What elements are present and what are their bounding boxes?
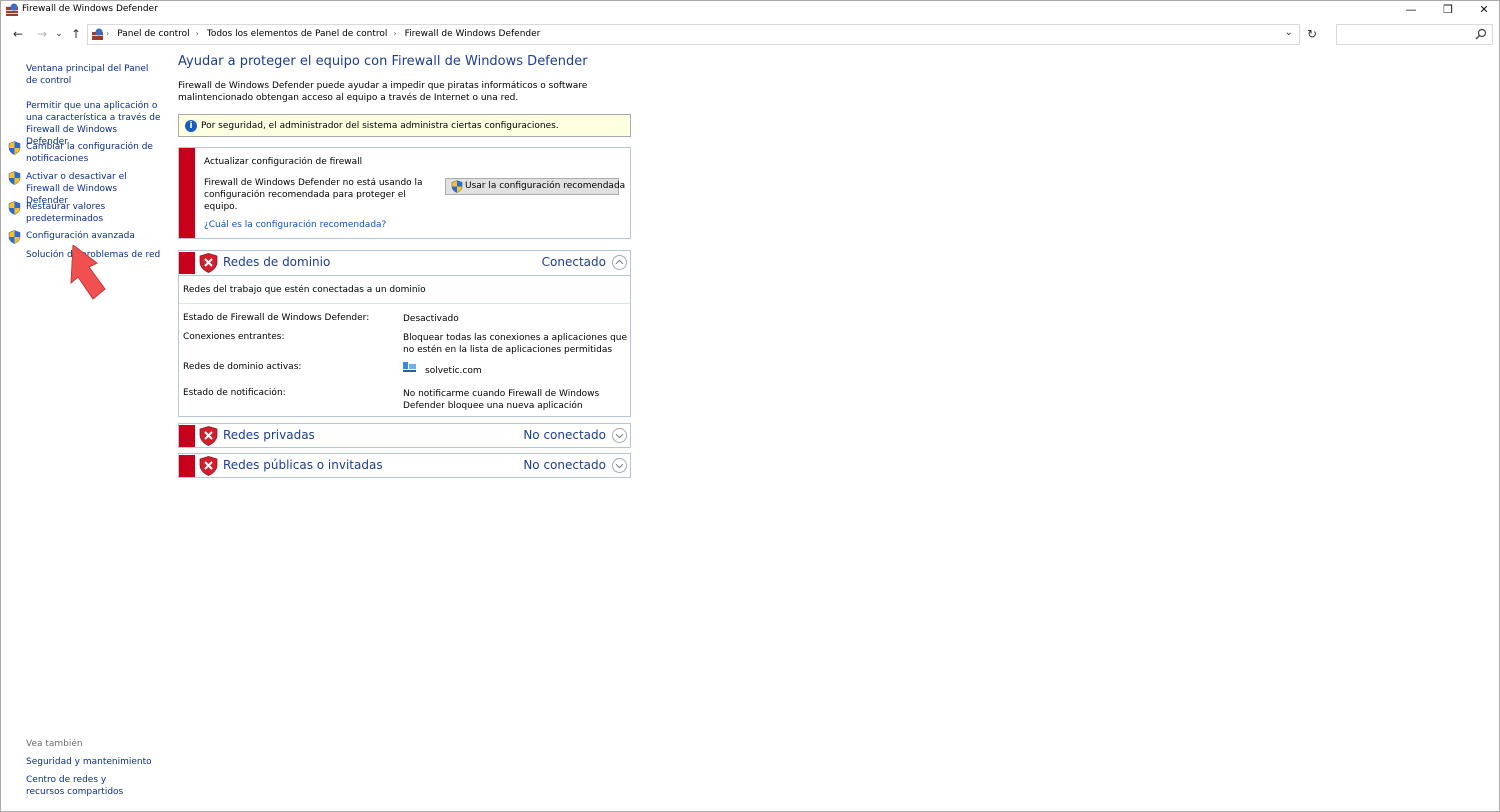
detail-value: Desactivado: [403, 314, 459, 324]
restore-button[interactable]: ❐: [1433, 1, 1463, 19]
divider: [179, 303, 630, 304]
network-title: Redes de dominio: [223, 255, 331, 269]
firewall-app-icon: [6, 3, 18, 16]
left-navigation-pane: Ventana principal del Panel de control P…: [1, 49, 171, 811]
network-status: No conectado: [523, 458, 606, 472]
alert-strip: [179, 148, 195, 238]
domain-network-icon: [403, 362, 416, 372]
see-also-seguridad-mantenimiento[interactable]: Seguridad y mantenimiento: [26, 756, 161, 768]
detail-value: Bloquear todas las conexiones a aplicaci…: [403, 333, 628, 355]
address-bar[interactable]: › Panel de control › Todos los elementos de…: [87, 24, 1300, 45]
update-settings-panel: Actualizar configuración de firewall Fir…: [178, 147, 631, 239]
detail-value-domain: solvetic.com: [425, 366, 482, 376]
network-status: Conectado: [541, 255, 606, 269]
info-bar-text: Por seguridad, el administrador del sist…: [201, 121, 559, 131]
detail-label: Estado de notificación:: [183, 388, 286, 398]
back-arrow-icon[interactable]: ←: [11, 27, 25, 41]
sidebar-item-cambiar-notificaciones[interactable]: Cambiar la configuración de notificacion…: [26, 141, 161, 165]
chevron-down-icon[interactable]: [612, 458, 627, 473]
network-status: No conectado: [523, 428, 606, 442]
uac-shield-icon: [451, 180, 463, 193]
recommended-settings-link[interactable]: ¿Cuál es la configuración recomendada?: [204, 220, 386, 230]
breadcrumb-item-todos-los-elementos[interactable]: Todos los elementos de Panel de control: [207, 29, 388, 39]
refresh-icon[interactable]: ↻: [1307, 27, 1317, 41]
update-description: Firewall de Windows Defender no está usa…: [204, 178, 423, 212]
shield-error-icon: [199, 253, 218, 273]
detail-label: Redes de dominio activas:: [183, 362, 302, 372]
public-networks-panel: Redes públicas o invitadas No conectado: [178, 453, 631, 478]
see-also-centro-redes[interactable]: Centro de redes y recursos compartidos: [26, 774, 146, 798]
private-networks-panel: Redes privadas No conectado: [178, 423, 631, 448]
network-description: Redes del trabajo que estén conectadas a…: [183, 285, 426, 295]
navigation-bar: ← → ⌄ ↑ › Panel de control › Todos los elem…: [1, 22, 1499, 48]
intro-text: Firewall de Windows Defender puede ayuda…: [178, 81, 588, 103]
breadcrumb-separator-icon: ›: [195, 29, 199, 38]
uac-shield-icon: [8, 230, 21, 244]
chevron-down-icon[interactable]: [612, 428, 627, 443]
private-networks-header[interactable]: Redes privadas No conectado: [179, 424, 630, 448]
use-recommended-settings-label: Usar la configuración recomendada: [465, 181, 626, 191]
alert-strip: [179, 425, 195, 447]
breadcrumb-item-firewall[interactable]: Firewall de Windows Defender: [405, 29, 541, 39]
window-title: Firewall de Windows Defender: [22, 4, 158, 14]
minimize-button[interactable]: —: [1396, 1, 1426, 19]
see-also-heading: Vea también: [26, 739, 83, 749]
uac-shield-icon: [8, 201, 21, 215]
search-input[interactable]: [1336, 24, 1493, 45]
public-networks-header[interactable]: Redes públicas o invitadas No conectado: [179, 454, 630, 478]
up-arrow-icon[interactable]: ↑: [69, 27, 83, 41]
sidebar-item-restaurar-valores[interactable]: Restaurar valores predeterminados: [26, 201, 161, 225]
use-recommended-settings-button[interactable]: Usar la configuración recomendada: [445, 178, 625, 195]
shield-error-icon: [199, 456, 218, 476]
uac-shield-icon: [8, 141, 21, 155]
breadcrumb-separator-icon: ›: [106, 29, 110, 38]
detail-label: Conexiones entrantes:: [183, 332, 285, 342]
annotation-arrow-icon: [70, 245, 106, 300]
breadcrumb: › Panel de control › Todos los elementos de…: [106, 29, 540, 39]
sidebar-item-configuracion-avanzada[interactable]: Configuración avanzada: [26, 230, 161, 242]
shield-error-icon: [199, 426, 218, 446]
domain-networks-panel: Redes de dominio Conectado Redes del tra…: [178, 250, 631, 417]
page-title: Ayudar a proteger el equipo con Firewall…: [178, 54, 588, 69]
network-title: Redes privadas: [223, 428, 315, 442]
search-icon[interactable]: [1475, 28, 1487, 40]
forward-arrow-icon[interactable]: →: [35, 27, 49, 41]
detail-label: Estado de Firewall de Windows Defender:: [183, 313, 370, 323]
title-bar: Firewall de Windows Defender — ❐ ✕: [1, 1, 1499, 19]
domain-networks-header[interactable]: Redes de dominio Conectado: [179, 251, 630, 275]
firewall-window: Firewall de Windows Defender — ❐ ✕ ← → ⌄…: [0, 0, 1500, 812]
breadcrumb-separator-icon: ›: [393, 29, 397, 38]
sidebar-item-ventana-principal[interactable]: Ventana principal del Panel de control: [26, 63, 161, 87]
admin-info-bar: i Por seguridad, el administrador del si…: [178, 114, 631, 137]
breadcrumb-item-panel-de-control[interactable]: Panel de control: [117, 29, 189, 39]
alert-strip: [179, 455, 195, 477]
recent-locations-chevron-icon[interactable]: ⌄: [54, 27, 64, 41]
divider: [179, 275, 630, 276]
close-button[interactable]: ✕: [1469, 1, 1499, 19]
firewall-location-icon: [92, 28, 103, 40]
detail-value: No notificarme cuando Firewall de Window…: [403, 389, 600, 411]
info-icon: i: [185, 120, 197, 132]
uac-shield-icon: [8, 171, 21, 185]
chevron-up-icon[interactable]: [612, 255, 627, 270]
update-title: Actualizar configuración de firewall: [204, 157, 363, 167]
address-dropdown-chevron-icon[interactable]: ⌄: [1285, 27, 1293, 38]
network-title: Redes públicas o invitadas: [223, 458, 383, 472]
alert-strip: [179, 252, 195, 274]
